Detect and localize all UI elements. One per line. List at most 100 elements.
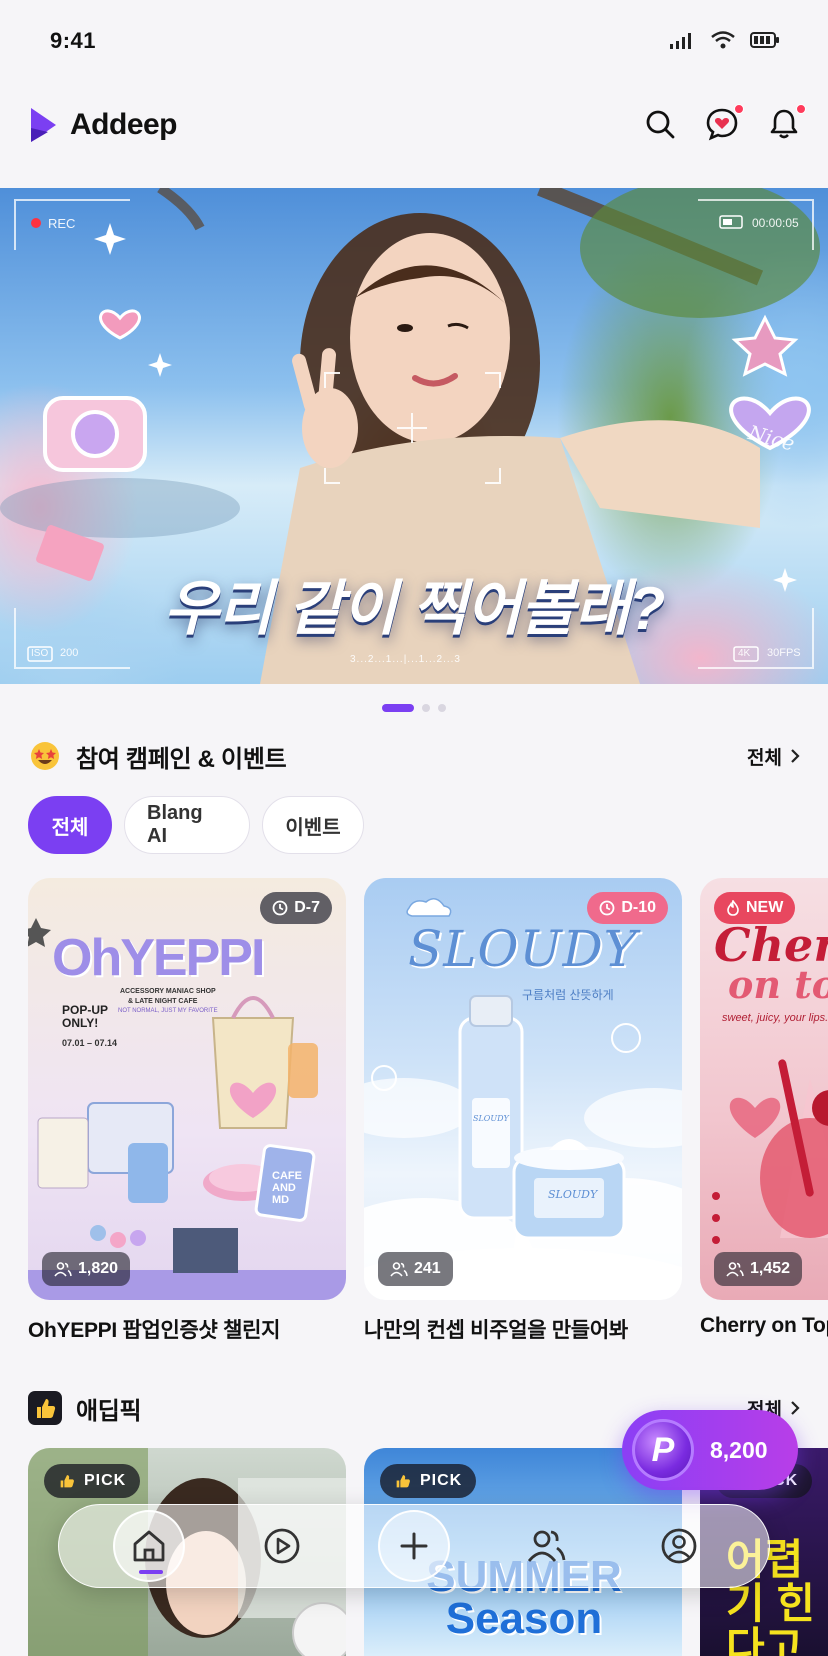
filter-chip-blang-ai[interactable]: Blang AI bbox=[124, 796, 250, 854]
play-icon bbox=[264, 1528, 299, 1564]
format-label: 4K bbox=[738, 648, 751, 659]
point-symbol: P bbox=[651, 1430, 675, 1469]
chevron-right-icon bbox=[791, 1401, 800, 1415]
pick-badge-text: PICK bbox=[420, 1472, 463, 1489]
nav-create[interactable] bbox=[377, 1510, 450, 1582]
campaign-card[interactable]: SLOUDY 구름처럼 산뜻하게 SLOUDY SLOUDY D-10 241 … bbox=[364, 878, 682, 1344]
campaign-see-all-link[interactable]: 전체 bbox=[747, 743, 800, 770]
thumbs-up-icon bbox=[60, 1475, 74, 1488]
fps-label: 30FPS bbox=[767, 647, 801, 659]
app-name: Addeep bbox=[70, 108, 178, 141]
app-logo[interactable]: Addeep bbox=[28, 106, 178, 144]
iso-label: ISO bbox=[31, 648, 49, 659]
pick-badge: PICK bbox=[44, 1464, 141, 1498]
carousel-indicator bbox=[0, 704, 828, 712]
people-icon bbox=[726, 1262, 744, 1277]
app-header: Addeep bbox=[0, 96, 828, 158]
notification-dot bbox=[796, 104, 806, 114]
deadline-badge: D-7 bbox=[260, 892, 332, 924]
campaign-card[interactable]: Cherry on top sweet, juicy, your lips. N… bbox=[700, 878, 828, 1338]
nav-profile[interactable] bbox=[643, 1510, 715, 1582]
campaign-filter-chips: 전체 Blang AI 이벤트 bbox=[28, 796, 364, 854]
ohyeppi-popup: POP-UP ONLY! bbox=[62, 1003, 108, 1031]
participant-count-badge: 1,820 bbox=[42, 1252, 131, 1286]
chevron-right-icon bbox=[791, 749, 800, 763]
participant-count-badge: 241 bbox=[378, 1252, 453, 1286]
fire-icon bbox=[727, 900, 739, 916]
search-icon bbox=[646, 110, 675, 139]
status-time: 9:41 bbox=[50, 28, 97, 53]
profile-icon bbox=[661, 1528, 697, 1564]
people-icon bbox=[390, 1262, 408, 1277]
battery-icon bbox=[750, 32, 779, 48]
deadline-badge: D-10 bbox=[587, 892, 668, 924]
chat-notification-dot bbox=[734, 104, 744, 114]
campaign-section-header: 참여 캠페인 & 이벤트 전체 bbox=[28, 738, 800, 774]
thumbs-up-icon bbox=[28, 1391, 62, 1425]
ohyeppi-cafe: CAFE AND MD bbox=[272, 1170, 302, 1207]
deadline-text: D-10 bbox=[621, 899, 656, 916]
status-icons bbox=[670, 30, 780, 50]
bell-icon bbox=[770, 109, 798, 139]
see-all-label: 전체 bbox=[747, 747, 782, 769]
search-button[interactable] bbox=[642, 106, 678, 142]
carousel-dot-1[interactable] bbox=[382, 704, 414, 712]
nav-active-indicator bbox=[139, 1570, 164, 1574]
campaign-poster-sloudy: SLOUDY 구름처럼 산뜻하게 SLOUDY SLOUDY D-10 241 bbox=[364, 878, 682, 1300]
ohyeppi-line1: ACCESSORY MANIAC SHOP bbox=[120, 988, 216, 995]
header-actions bbox=[642, 104, 806, 142]
clock-icon bbox=[599, 900, 615, 916]
filter-chip-event[interactable]: 이벤트 bbox=[262, 796, 364, 854]
signal-icon bbox=[670, 33, 691, 49]
heart-chat-icon bbox=[706, 108, 738, 141]
thumbs-up-icon bbox=[396, 1475, 410, 1488]
chat-button[interactable] bbox=[704, 104, 744, 142]
campaign-poster-ohyeppi: OhYEPPI ACCESSORY MANIAC SHOP & LATE NIG… bbox=[28, 878, 346, 1300]
participant-count-badge: 1,452 bbox=[714, 1252, 803, 1286]
sloudy-jar-label: SLOUDY bbox=[548, 1188, 598, 1201]
campaign-carousel[interactable]: OhYEPPI ACCESSORY MANIAC SHOP & LATE NIG… bbox=[28, 878, 828, 1348]
hero-banner[interactable]: REC 00:00:05 ISO 200 4K 30FPS 3...2...1.… bbox=[0, 188, 828, 684]
participant-count: 241 bbox=[414, 1260, 441, 1277]
campaign-section-title: 참여 캠페인 & 이벤트 bbox=[76, 745, 287, 773]
ohyeppi-line2: & LATE NIGHT CAFE bbox=[128, 998, 198, 1005]
ohyeppi-line3: NOT NORMAL, JUST MY FAVORITE bbox=[118, 1008, 218, 1014]
iso-value: 200 bbox=[60, 647, 79, 659]
ohyeppi-logo: OhYEPPI bbox=[52, 929, 265, 987]
participant-count: 1,452 bbox=[750, 1260, 791, 1277]
points-button[interactable]: P 8,200 bbox=[622, 1410, 798, 1490]
new-badge: NEW bbox=[714, 892, 796, 924]
point-coin-icon: P bbox=[632, 1419, 694, 1481]
addeep-logo-icon bbox=[31, 108, 56, 142]
sloudy-logo: SLOUDY bbox=[408, 920, 638, 978]
carousel-dot-2[interactable] bbox=[422, 704, 430, 712]
cherry-tagline: sweet, juicy, your lips. bbox=[722, 1012, 828, 1024]
rec-label: REC bbox=[48, 216, 76, 231]
carousel-dot-3[interactable] bbox=[438, 704, 446, 712]
people-icon bbox=[528, 1530, 566, 1562]
star-struck-icon bbox=[28, 739, 62, 773]
ohyeppi-dates: 07.01 – 07.14 bbox=[62, 1038, 118, 1048]
filter-chip-all[interactable]: 전체 bbox=[28, 796, 112, 854]
campaign-title: Cherry on Top bbox=[700, 1314, 828, 1337]
campaign-card[interactable]: OhYEPPI ACCESSORY MANIAC SHOP & LATE NIG… bbox=[28, 878, 346, 1344]
clock-icon bbox=[272, 900, 288, 916]
wifi-icon bbox=[711, 31, 735, 49]
notification-button[interactable] bbox=[766, 104, 806, 142]
nav-home[interactable] bbox=[113, 1510, 186, 1582]
plus-icon bbox=[400, 1532, 428, 1560]
participant-count: 1,820 bbox=[78, 1260, 119, 1277]
campaign-title: 나만의 컨셉 비주얼을 만들어봐 bbox=[364, 1319, 628, 1342]
pick-section-title: 애딥픽 bbox=[76, 1397, 142, 1425]
home-icon bbox=[133, 1530, 165, 1562]
sloudy-bottle-label: SLOUDY bbox=[473, 1114, 509, 1123]
campaign-title: OhYEPPI 팝업인증샷 챌린지 bbox=[28, 1319, 281, 1342]
sloudy-tagline: 구름처럼 산뜻하게 bbox=[522, 988, 614, 1002]
pick-badge: PICK bbox=[380, 1464, 477, 1498]
cherry-line2: on top bbox=[728, 962, 828, 1007]
nav-video[interactable] bbox=[246, 1510, 318, 1582]
people-icon bbox=[54, 1262, 72, 1277]
deadline-text: D-7 bbox=[294, 899, 320, 916]
nav-friends[interactable] bbox=[510, 1510, 582, 1582]
new-badge-text: NEW bbox=[746, 899, 784, 916]
